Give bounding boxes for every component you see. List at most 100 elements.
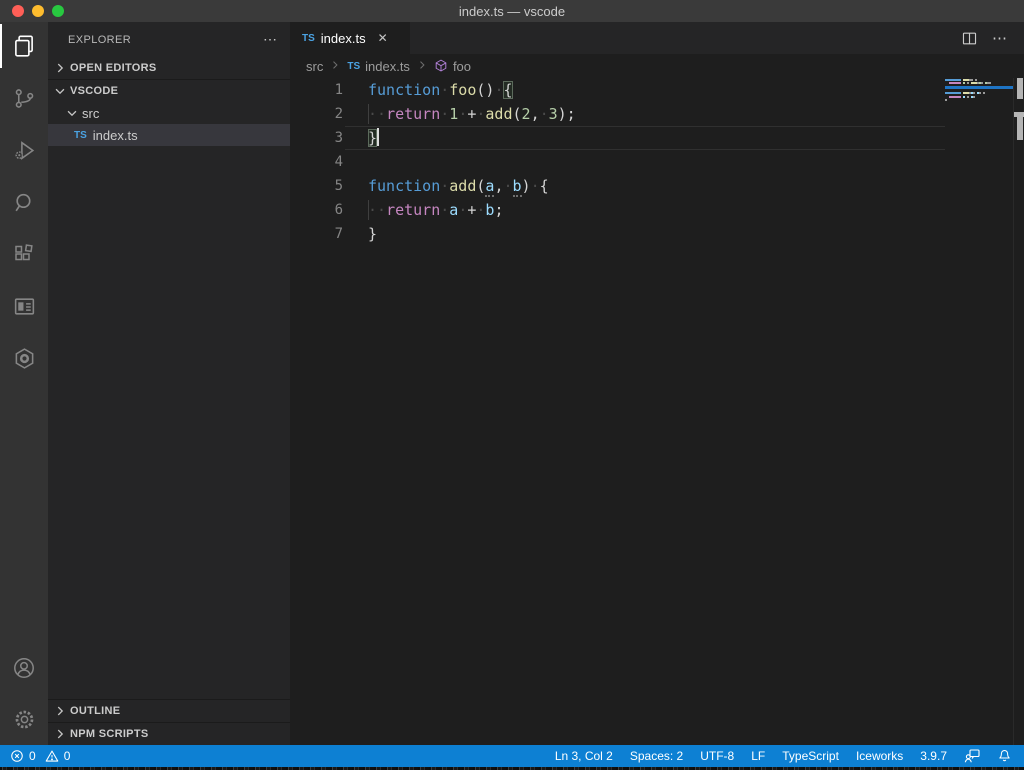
code-token: ·: [458, 105, 468, 123]
code-token: ·: [440, 201, 450, 219]
cursor-position-status[interactable]: Ln 3, Col 2: [555, 749, 613, 763]
typescript-file-icon: TS: [347, 60, 361, 72]
typescript-file-icon: TS: [302, 32, 315, 44]
indentation-status[interactable]: Spaces: 2: [630, 749, 683, 763]
eol-status[interactable]: LF: [751, 749, 765, 763]
section-open-editors[interactable]: OPEN EDITORS: [48, 57, 290, 79]
code-line[interactable]: 5 function·add(a,·b)·{: [290, 174, 1024, 198]
line-number[interactable]: 6: [290, 198, 343, 222]
minimap-token: [987, 82, 991, 85]
code-token: {: [503, 81, 513, 99]
status-bar: 0 0 Ln 3, Col 2 Spaces: 2 UTF-8 LF TypeS…: [0, 745, 1024, 767]
encoding-status[interactable]: UTF-8: [700, 749, 734, 763]
warning-icon: [45, 750, 58, 762]
tree-item-index-ts[interactable]: TS index.ts: [48, 124, 290, 146]
iceworks-icon[interactable]: [0, 334, 48, 382]
sidebar-header: EXPLORER ⋯: [48, 22, 290, 57]
more-actions-icon[interactable]: ⋯: [992, 29, 1008, 47]
chevron-right-icon: [52, 703, 68, 719]
settings-gear-icon[interactable]: [0, 695, 48, 743]
sidebar-title: EXPLORER: [68, 33, 132, 46]
minimap-token: [973, 95, 975, 98]
code-token: a: [449, 201, 459, 219]
breadcrumb-label: src: [306, 58, 324, 74]
minimap-token: [945, 98, 947, 101]
explorer-icon[interactable]: [0, 22, 48, 70]
accounts-icon[interactable]: [0, 644, 48, 692]
run-and-debug-icon[interactable]: [0, 126, 48, 174]
source-control-icon[interactable]: [0, 74, 48, 122]
problems-status[interactable]: 0 0: [10, 749, 70, 763]
minimize-window-button[interactable]: [32, 5, 44, 17]
tree-item-label: src: [82, 105, 100, 121]
search-icon[interactable]: [0, 178, 48, 226]
breadcrumb-item-foo[interactable]: foo: [434, 59, 471, 74]
minimap-line: [945, 98, 1013, 101]
line-number[interactable]: 3: [290, 126, 343, 150]
minimap-line: [945, 82, 1013, 85]
notifications-bell-icon[interactable]: [997, 749, 1012, 764]
line-number[interactable]: 2: [290, 102, 343, 126]
code-token: ·: [503, 177, 513, 195]
code-token: foo: [449, 81, 477, 99]
activity-bar: [0, 22, 48, 745]
code-line[interactable]: 2 ··return·1·+·add(2,·3);: [290, 102, 1024, 126]
code-line[interactable]: 6 ··return·a·+·b;: [290, 198, 1024, 222]
minimap-token: [983, 92, 985, 95]
feedback-icon[interactable]: [964, 748, 980, 764]
text-cursor: [377, 128, 380, 146]
tree-item-src-folder[interactable]: src: [48, 102, 290, 124]
code-line-content: }: [368, 126, 380, 150]
sidebar-more-actions-icon[interactable]: ⋯: [263, 31, 278, 48]
line-number[interactable]: 4: [290, 150, 343, 174]
line-number[interactable]: 7: [290, 222, 343, 246]
code-token: ;: [494, 201, 504, 219]
code-token: ): [521, 177, 531, 195]
current-line-highlight: [345, 126, 945, 150]
section-npm-scripts[interactable]: NPM SCRIPTS: [48, 723, 290, 745]
symbol-function-icon: [434, 59, 448, 73]
code-editor[interactable]: 1 function·foo()·{2 ··return·1·+·add(2,·3)…: [290, 78, 1024, 745]
minimap[interactable]: [945, 78, 1013, 198]
breadcrumb-item-src[interactable]: src: [306, 59, 323, 74]
tab-bar: TS index.ts ✕ ⋯: [290, 22, 1024, 54]
code-line-content: function·add(a,·b)·{: [368, 174, 549, 198]
close-window-button[interactable]: [12, 5, 24, 17]
code-token: return: [386, 105, 441, 123]
section-workspace-vscode[interactable]: VSCODE: [48, 80, 290, 102]
section-outline[interactable]: OUTLINE: [48, 700, 290, 722]
version-status[interactable]: 3.9.7: [920, 749, 947, 763]
code-line[interactable]: 7}: [290, 222, 1024, 246]
maximize-window-button[interactable]: [52, 5, 64, 17]
code-token: ·: [530, 177, 540, 195]
code-token: ·: [539, 105, 549, 123]
close-tab-icon[interactable]: ✕: [378, 31, 388, 45]
overview-ruler[interactable]: [1013, 78, 1024, 745]
breadcrumb-item-index-ts[interactable]: TS index.ts: [347, 59, 410, 74]
line-number[interactable]: 5: [290, 174, 343, 198]
line-number[interactable]: 1: [290, 78, 343, 102]
tab-index-ts[interactable]: TS index.ts ✕: [290, 22, 410, 54]
overview-ruler-marker: [1017, 117, 1023, 140]
extensions-icon[interactable]: [0, 230, 48, 278]
code-token: add: [449, 177, 477, 195]
section-label: OPEN EDITORS: [70, 62, 157, 74]
code-line[interactable]: 3}: [290, 126, 1024, 150]
iceworks-pages-icon[interactable]: [0, 282, 48, 330]
vscode-window: index.ts — vscode EXPLORER ⋯ OPEN EDITOR…: [0, 0, 1024, 770]
minimap-token: [949, 95, 961, 98]
code-token: 2: [521, 105, 531, 123]
breadcrumb-label: foo: [452, 58, 472, 74]
tree-item-label: index.ts: [92, 127, 138, 143]
code-line[interactable]: 4: [290, 150, 1024, 174]
breadcrumb-label: index.ts: [365, 58, 410, 74]
editor-group: TS index.ts ✕ ⋯ src TS index.ts foo 1 fu…: [290, 22, 1024, 745]
language-mode-status[interactable]: TypeScript: [782, 749, 839, 763]
chevron-down-icon: [52, 83, 68, 99]
traffic-lights: [12, 5, 64, 17]
chevron-right-icon: [329, 59, 341, 74]
code-token: b: [512, 177, 522, 197]
split-editor-icon[interactable]: [961, 30, 978, 47]
iceworks-status[interactable]: Iceworks: [856, 749, 903, 763]
code-line[interactable]: 1 function·foo()·{: [290, 78, 1024, 102]
